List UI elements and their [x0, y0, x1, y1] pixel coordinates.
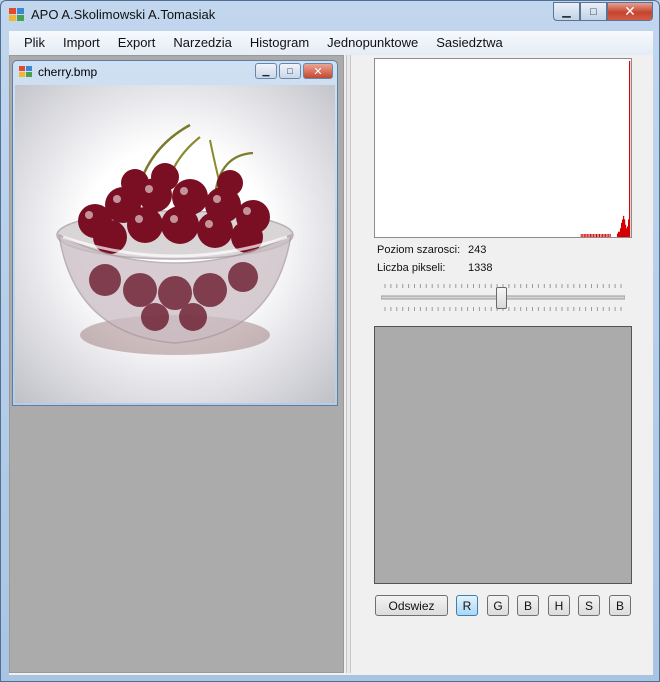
channel-h-button[interactable]: H: [548, 595, 570, 616]
window-title: APO A.Skolimowski A.Tomasiak: [31, 7, 216, 22]
menu-jednopunktowe[interactable]: Jednopunktowe: [318, 32, 427, 54]
histogram-bar: [585, 234, 587, 237]
histogram-bar: [597, 234, 599, 237]
histogram-bar: [589, 234, 591, 237]
histogram-bar: [592, 234, 594, 237]
refresh-button[interactable]: Odswiez: [375, 595, 448, 616]
preview-panel: [374, 326, 632, 584]
menu-export[interactable]: Export: [109, 32, 165, 54]
maximize-button[interactable]: □: [580, 2, 607, 21]
menu-bar: Plik Import Export Narzedzia Histogram J…: [9, 31, 653, 55]
histogram-bar: [594, 234, 596, 237]
pixel-count-row: Liczba pikseli: 1338: [377, 262, 492, 274]
menu-import[interactable]: Import: [54, 32, 109, 54]
close-button[interactable]: ✕: [607, 2, 653, 21]
image-canvas[interactable]: [15, 85, 335, 403]
menu-histogram[interactable]: Histogram: [241, 32, 318, 54]
histogram-bar: [608, 234, 610, 237]
histogram-svg: [580, 61, 631, 237]
channel-s-button[interactable]: S: [578, 595, 600, 616]
channel-b2-button[interactable]: B: [609, 595, 631, 616]
close-icon: ✕: [313, 65, 323, 78]
histogram-bar: [596, 234, 597, 237]
histogram-bar: [600, 234, 602, 237]
channel-r-button[interactable]: R: [456, 595, 478, 616]
pixel-count-label: Liczba pikseli:: [377, 262, 446, 274]
child-close-button[interactable]: ✕: [303, 63, 333, 79]
cherry-bowl-image: [56, 123, 294, 355]
histogram-bar: [588, 234, 590, 237]
main-window: APO A.Skolimowski A.Tomasiak ▁ □ ✕ Plik …: [0, 0, 660, 682]
child-maximize-button[interactable]: □: [279, 63, 301, 79]
minimize-icon: ▁: [262, 65, 270, 76]
histogram-bar: [605, 234, 607, 237]
channel-g-button[interactable]: G: [487, 595, 509, 616]
histogram-bar: [580, 234, 582, 237]
close-icon: ✕: [624, 3, 636, 19]
menu-narzedzia[interactable]: Narzedzia: [164, 32, 241, 54]
child-window-title: cherry.bmp: [38, 65, 98, 79]
gray-level-label: Poziom szarosci:: [377, 244, 461, 256]
maximize-icon: □: [590, 5, 597, 18]
histogram-bar: [586, 234, 588, 237]
child-title-bar[interactable]: cherry.bmp ▁ □ ✕: [13, 61, 337, 83]
child-minimize-button[interactable]: ▁: [255, 63, 277, 79]
title-bar[interactable]: APO A.Skolimowski A.Tomasiak ▁ □ ✕: [1, 1, 659, 29]
image-child-window[interactable]: cherry.bmp ▁ □ ✕: [12, 60, 338, 406]
pixel-count-value: 1338: [468, 262, 493, 274]
gray-level-value: 243: [468, 244, 487, 256]
gray-level-slider[interactable]: [380, 281, 626, 315]
minimize-button[interactable]: ▁: [553, 2, 580, 21]
histogram-bar: [591, 234, 593, 237]
histogram-bar: [606, 234, 608, 237]
histogram-bar: [609, 234, 611, 237]
minimize-icon: ▁: [562, 6, 571, 18]
histogram-bar: [583, 234, 585, 237]
mdi-container: cherry.bmp ▁ □ ✕: [9, 55, 344, 673]
histogram-bar: [582, 234, 584, 237]
histogram-bar: [629, 61, 631, 237]
histogram-chart: [374, 58, 632, 238]
gray-level-row: Poziom szarosci: 243: [377, 244, 486, 256]
app-icon: [9, 8, 25, 22]
histogram-bar: [599, 234, 600, 237]
splitter-handle[interactable]: [346, 55, 351, 673]
menu-plik[interactable]: Plik: [15, 32, 54, 54]
channel-b-button[interactable]: B: [517, 595, 539, 616]
client-area: cherry.bmp ▁ □ ✕ Poziom szarosci: 243 Li…: [9, 55, 653, 675]
slider-thumb[interactable]: [496, 287, 507, 309]
menu-sasiedztwa[interactable]: Sasiedztwa: [427, 32, 511, 54]
histogram-bar: [602, 234, 604, 237]
histogram-bar: [603, 234, 605, 237]
child-app-icon: [19, 66, 33, 78]
maximize-icon: □: [287, 66, 293, 76]
